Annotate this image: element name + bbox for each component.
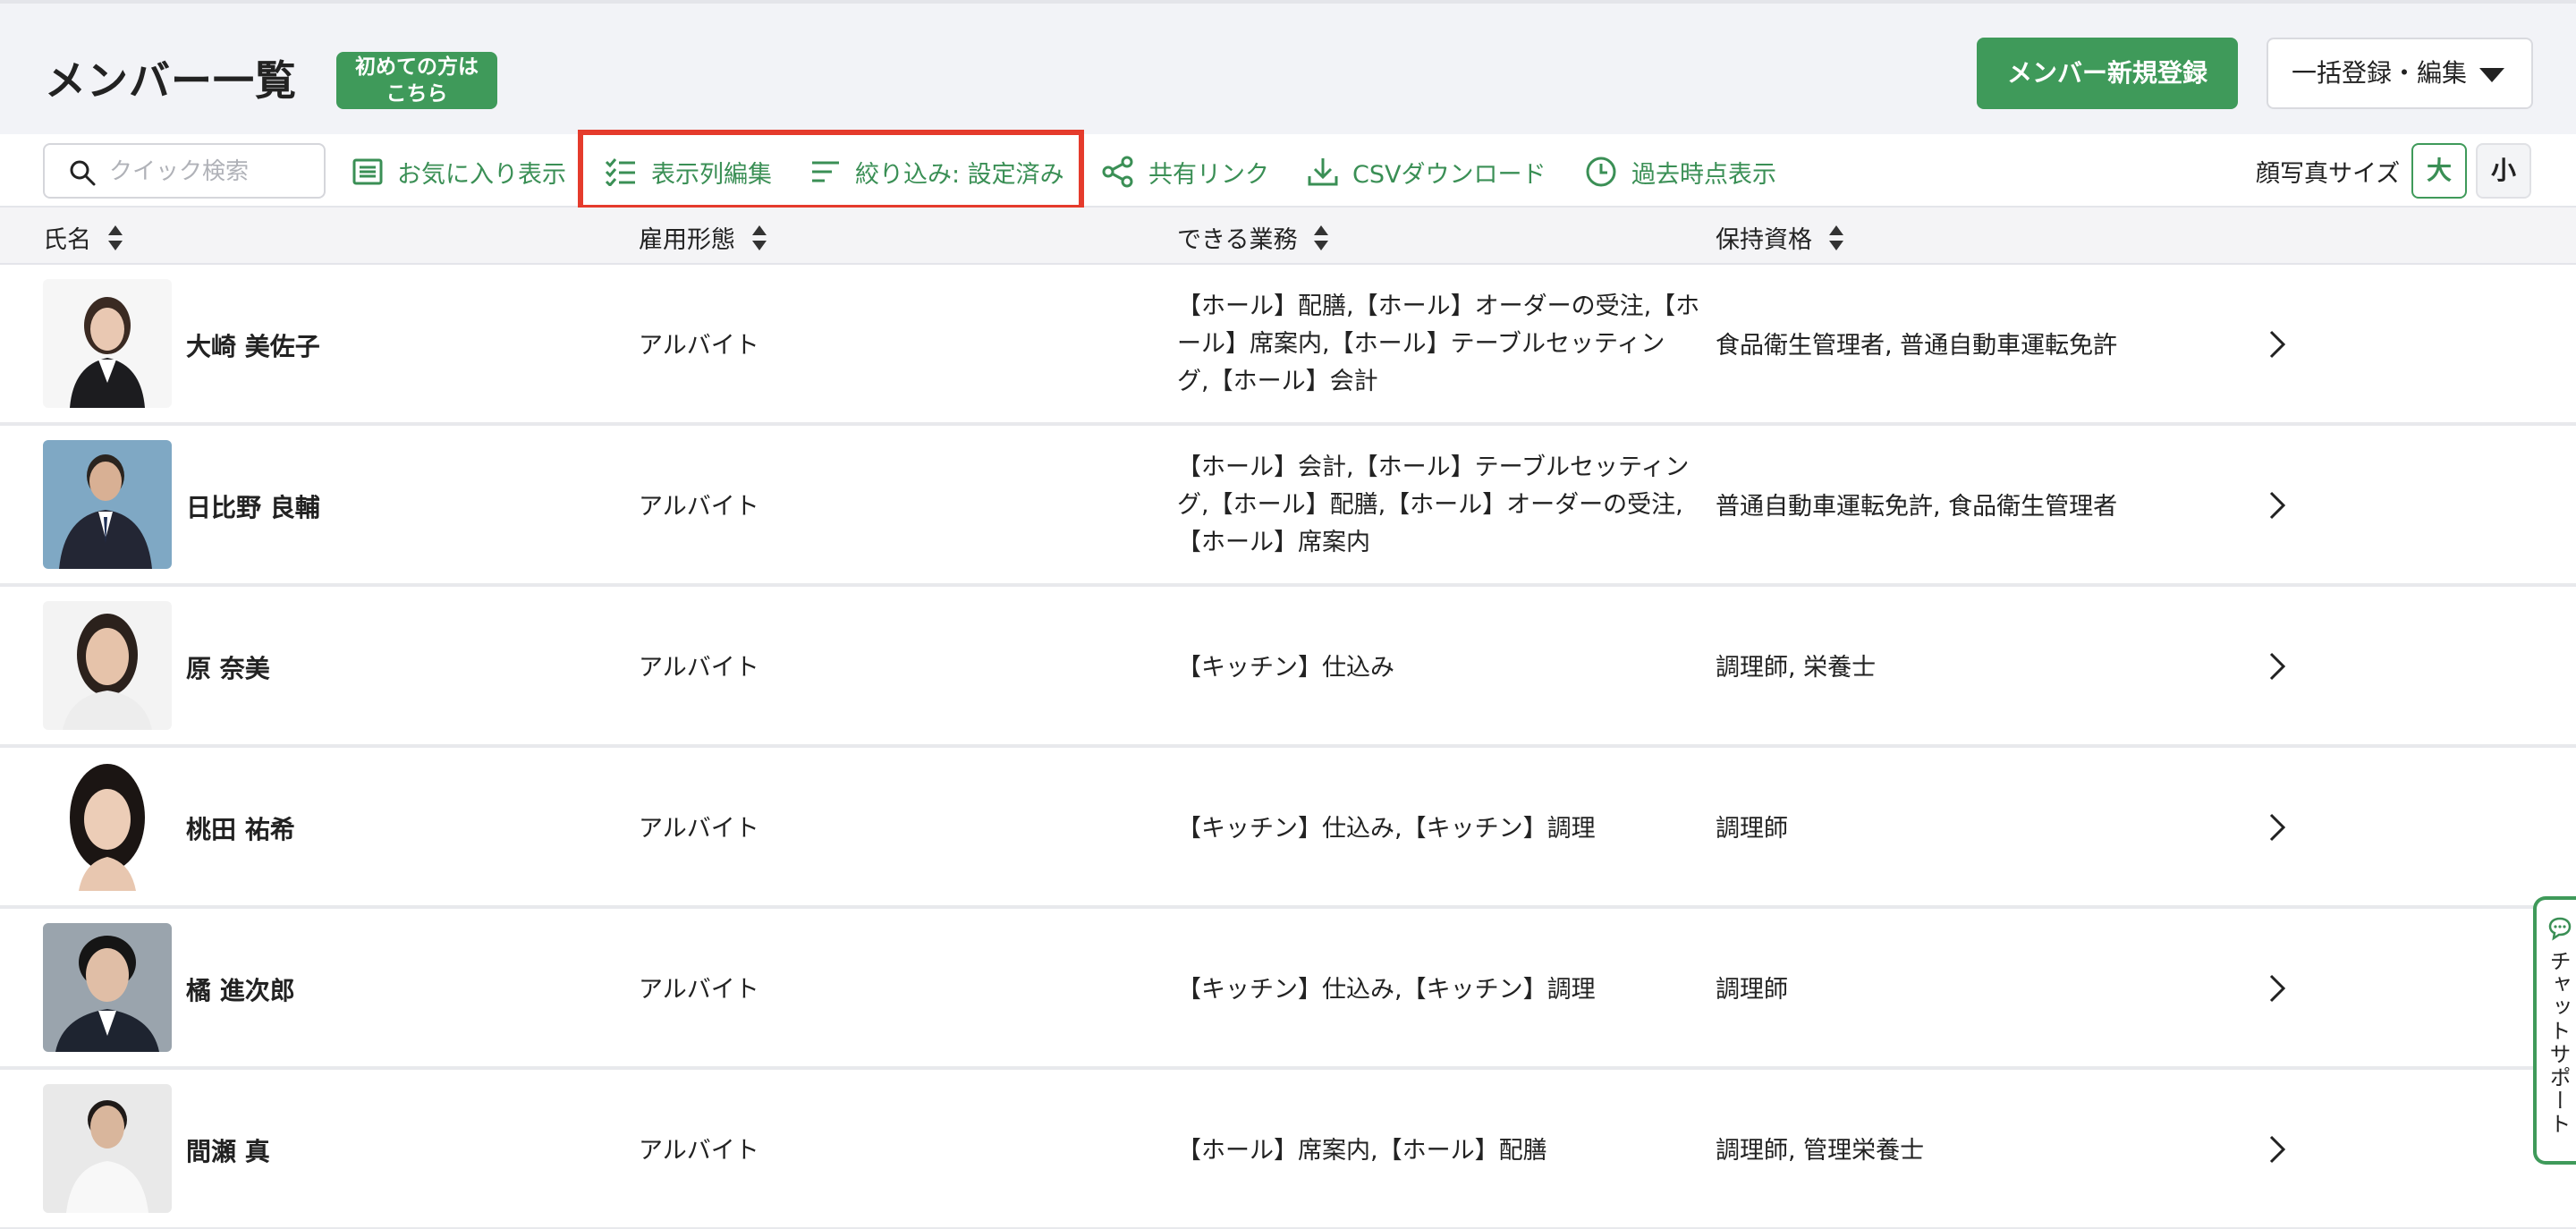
sort-icon (1829, 225, 1843, 250)
new-member-button[interactable]: メンバー新規登録 (1977, 38, 2238, 109)
tasks-line: 【ホール】席案内 (1177, 529, 1370, 556)
member-name: 間瀬 真 (186, 1137, 270, 1166)
employment-type: アルバイト (639, 332, 759, 360)
chevron-right-icon[interactable] (2268, 812, 2286, 843)
tasks-line: 【キッチン】仕込み (1177, 654, 1394, 682)
member-name: 桃田 祐希 (186, 815, 295, 844)
bulk-edit-label: 一括登録・編集 (2292, 58, 2468, 88)
table-header: 氏名 雇用形態 できる業務 保持資格 (0, 208, 2576, 265)
column-label: できる業務 (1177, 226, 1298, 254)
bulk-edit-dropdown[interactable]: 一括登録・編集 (2267, 38, 2533, 109)
table-row[interactable]: 日比野 良輔 アルバイト 【ホール】会計,【ホール】テーブルセッティン グ,【ホ… (0, 426, 2576, 587)
tasks-line: 【ホール】配膳,【ホール】オーダーの受注,【ホ (1177, 292, 1700, 320)
table-row[interactable]: 間瀬 真 アルバイト 【ホール】席案内,【ホール】配膳 調理師, 管理栄養士 (0, 1070, 2576, 1229)
download-icon (1308, 158, 1338, 186)
favorites-button[interactable]: お気に入り表示 (352, 154, 566, 190)
tasks-line: グ,【ホール】会計 (1177, 368, 1378, 395)
table-row[interactable]: 大崎 美佐子 アルバイト 【ホール】配膳,【ホール】オーダーの受注,【ホ ール】… (0, 265, 2576, 426)
column-label: 保持資格 (1716, 226, 1812, 254)
employment-type: アルバイト (639, 1137, 759, 1165)
chat-support-button[interactable]: チャットサポート (2533, 896, 2576, 1165)
chat-support-label: チャットサポート (2546, 950, 2571, 1136)
tasks-cell: 【キッチン】仕込み,【キッチン】調理 (1177, 971, 1596, 1009)
member-name: 原 奈美 (186, 654, 270, 683)
chevron-right-icon[interactable] (2268, 651, 2286, 682)
column-header-employment[interactable]: 雇用形態 (639, 220, 767, 255)
employment-type: アルバイト (639, 493, 759, 521)
photo-size-label: 顔写真サイズ (2256, 160, 2401, 188)
column-label: 雇用形態 (639, 226, 735, 254)
chevron-right-icon[interactable] (2268, 973, 2286, 1004)
qualifications: 調理師 (1716, 815, 1788, 843)
csv-download-button[interactable]: CSVダウンロード (1308, 154, 1546, 190)
column-header-qualifications[interactable]: 保持資格 (1716, 220, 1844, 255)
tasks-line: 【キッチン】仕込み,【キッチン】調理 (1177, 976, 1596, 1004)
quick-search[interactable] (43, 143, 326, 199)
member-name: 橘 進次郎 (186, 976, 295, 1005)
page-title: メンバー一覧 (45, 56, 297, 105)
chevron-right-icon[interactable] (2268, 329, 2286, 360)
favorites-label: お気に入り表示 (397, 160, 566, 189)
tasks-line: 【ホール】席案内,【ホール】配膳 (1177, 1137, 1547, 1165)
tasks-cell: 【キッチン】仕込み (1177, 649, 1394, 687)
chat-icon (2548, 917, 2572, 941)
member-name: 日比野 良輔 (186, 493, 320, 522)
tasks-cell: 【ホール】配膳,【ホール】オーダーの受注,【ホ ール】席案内,【ホール】テーブル… (1177, 288, 1699, 401)
photo-size-large-button[interactable]: 大 (2411, 143, 2467, 199)
column-header-tasks[interactable]: できる業務 (1177, 220, 1329, 255)
highlight-annotation (578, 130, 1084, 210)
tasks-line: ール】席案内,【ホール】テーブルセッティン (1177, 330, 1665, 358)
avatar (43, 1084, 172, 1213)
sort-icon (1314, 225, 1329, 250)
tasks-line: 【ホール】会計,【ホール】テーブルセッティン (1177, 453, 1690, 481)
beginner-guide-button[interactable]: 初めての方は こちら (336, 52, 497, 109)
tasks-line: 【キッチン】仕込み,【キッチン】調理 (1177, 815, 1596, 843)
table-row[interactable]: 橘 進次郎 アルバイト 【キッチン】仕込み,【キッチン】調理 調理師 (0, 909, 2576, 1070)
search-icon (70, 160, 96, 186)
qualifications: 調理師, 管理栄養士 (1716, 1137, 1925, 1165)
sort-icon (108, 225, 123, 250)
toolbar: お気に入り表示 表示列編集 絞り込み: 設定済み 共有リンク (0, 134, 2576, 208)
share-link-button[interactable]: 共有リンク (1102, 154, 1269, 190)
qualifications: 調理師 (1716, 976, 1788, 1004)
employment-type: アルバイト (639, 815, 759, 843)
avatar (43, 601, 172, 730)
share-icon (1102, 156, 1133, 188)
chevron-right-icon[interactable] (2268, 490, 2286, 521)
clock-icon (1586, 157, 1616, 187)
search-input[interactable] (109, 154, 315, 190)
past-view-label: 過去時点表示 (1631, 160, 1776, 189)
column-label: 氏名 (43, 226, 91, 254)
tasks-cell: 【ホール】席案内,【ホール】配膳 (1177, 1132, 1547, 1170)
caret-down-icon (2479, 68, 2504, 82)
list-icon (352, 158, 383, 185)
qualifications: 調理師, 栄養士 (1716, 654, 1877, 682)
avatar (43, 762, 172, 891)
table-row[interactable]: 原 奈美 アルバイト 【キッチン】仕込み 調理師, 栄養士 (0, 587, 2576, 748)
tasks-cell: 【キッチン】仕込み,【キッチン】調理 (1177, 810, 1596, 848)
qualifications: 食品衛生管理者, 普通自動車運転免許 (1716, 332, 2118, 360)
tasks-cell: 【ホール】会計,【ホール】テーブルセッティン グ,【ホール】配膳,【ホール】オー… (1177, 449, 1689, 562)
past-view-button[interactable]: 過去時点表示 (1585, 154, 1776, 190)
member-name: 大崎 美佐子 (186, 332, 320, 361)
beginner-badge-line1: 初めての方は (355, 55, 479, 79)
employment-type: アルバイト (639, 654, 759, 682)
csv-download-label: CSVダウンロード (1352, 160, 1546, 189)
page-header: メンバー一覧 初めての方は こちら メンバー新規登録 一括登録・編集 (0, 0, 2576, 134)
chevron-right-icon[interactable] (2268, 1134, 2286, 1165)
tasks-line: グ,【ホール】配膳,【ホール】オーダーの受注, (1177, 491, 1683, 519)
avatar (43, 923, 172, 1052)
column-header-name[interactable]: 氏名 (43, 220, 123, 255)
table-row[interactable]: 桃田 祐希 アルバイト 【キッチン】仕込み,【キッチン】調理 調理師 (0, 748, 2576, 909)
share-link-label: 共有リンク (1148, 160, 1269, 189)
sort-icon (752, 225, 767, 250)
photo-size-small-button[interactable]: 小 (2476, 143, 2531, 199)
beginner-badge-line2: こちら (386, 82, 448, 106)
avatar (43, 279, 172, 408)
employment-type: アルバイト (639, 976, 759, 1004)
avatar (43, 440, 172, 569)
qualifications: 普通自動車運転免許, 食品衛生管理者 (1716, 493, 2118, 521)
